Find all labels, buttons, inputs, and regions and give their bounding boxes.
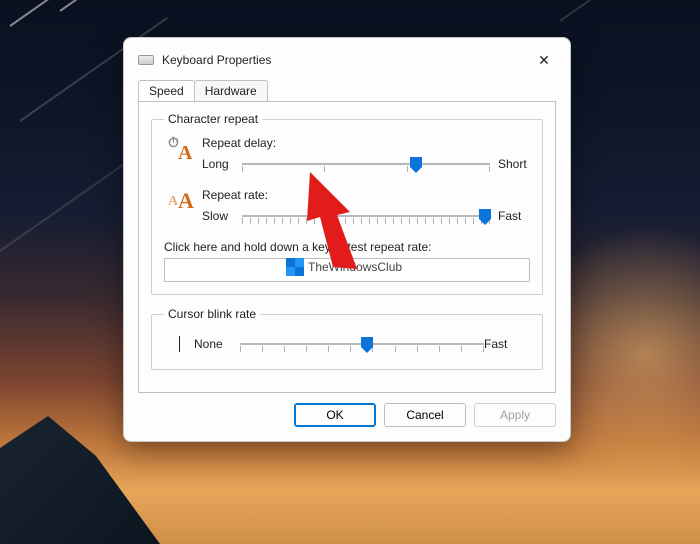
group-character-repeat: Character repeat ⏱ A Repeat delay: Long xyxy=(151,112,543,295)
test-repeat-label: Click here and hold down a key to test r… xyxy=(164,240,530,254)
close-button[interactable]: ✕ xyxy=(530,46,558,74)
tab-hardware[interactable]: Hardware xyxy=(194,80,268,101)
blink-rate-slider[interactable] xyxy=(240,332,484,356)
blink-preview xyxy=(164,331,194,357)
keyboard-properties-dialog: Keyboard Properties ✕ Speed Hardware Cha… xyxy=(123,37,571,442)
group-character-repeat-legend: Character repeat xyxy=(164,112,262,126)
apply-button: Apply xyxy=(474,403,556,427)
blink-min: None xyxy=(194,337,240,351)
repeat-delay-max: Short xyxy=(490,157,530,171)
tab-panel-speed: Character repeat ⏱ A Repeat delay: Long xyxy=(138,101,556,393)
repeat-rate-min: Slow xyxy=(202,209,242,223)
window-title: Keyboard Properties xyxy=(162,53,530,67)
keyboard-icon xyxy=(138,55,154,65)
repeat-delay-icon: ⏱ A xyxy=(168,136,198,166)
repeat-delay-min: Long xyxy=(202,157,242,171)
repeat-rate-slider[interactable] xyxy=(242,204,490,228)
titlebar: Keyboard Properties ✕ xyxy=(124,38,570,80)
ok-button[interactable]: OK xyxy=(294,403,376,427)
repeat-rate-icon: A A xyxy=(168,188,198,218)
tabstrip: Speed Hardware xyxy=(124,80,570,102)
tab-speed[interactable]: Speed xyxy=(138,80,195,101)
caret-icon xyxy=(179,336,180,352)
blink-max: Fast xyxy=(484,337,530,351)
dialog-buttons: OK Cancel Apply xyxy=(124,403,570,441)
repeat-delay-slider[interactable] xyxy=(242,152,490,176)
test-repeat-input[interactable] xyxy=(164,258,530,282)
close-icon: ✕ xyxy=(538,53,550,67)
repeat-rate-label: Repeat rate: xyxy=(202,188,530,202)
group-cursor-blink-legend: Cursor blink rate xyxy=(164,307,260,321)
repeat-rate-max: Fast xyxy=(490,209,530,223)
group-cursor-blink: Cursor blink rate None Fast xyxy=(151,307,543,370)
repeat-delay-label: Repeat delay: xyxy=(202,136,530,150)
cancel-button[interactable]: Cancel xyxy=(384,403,466,427)
